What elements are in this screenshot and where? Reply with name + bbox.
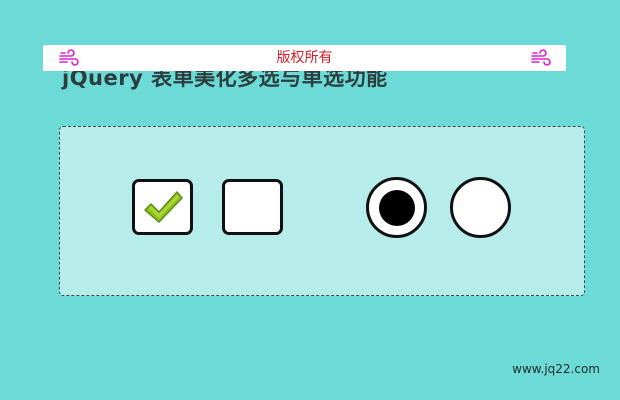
site-link[interactable]: www.jq22.com	[512, 362, 600, 376]
radio-dot	[378, 189, 415, 226]
checkbox-unchecked[interactable]	[222, 179, 283, 235]
checkbox-checked[interactable]	[132, 179, 193, 235]
radio-unselected[interactable]	[450, 177, 511, 238]
copyright-text: 版权所有	[276, 50, 333, 66]
checkmark-icon	[144, 191, 183, 223]
wind-icon	[530, 48, 552, 68]
radio-selected[interactable]	[366, 177, 427, 238]
copyright-banner: 版权所有	[43, 45, 566, 71]
form-panel	[59, 126, 585, 296]
